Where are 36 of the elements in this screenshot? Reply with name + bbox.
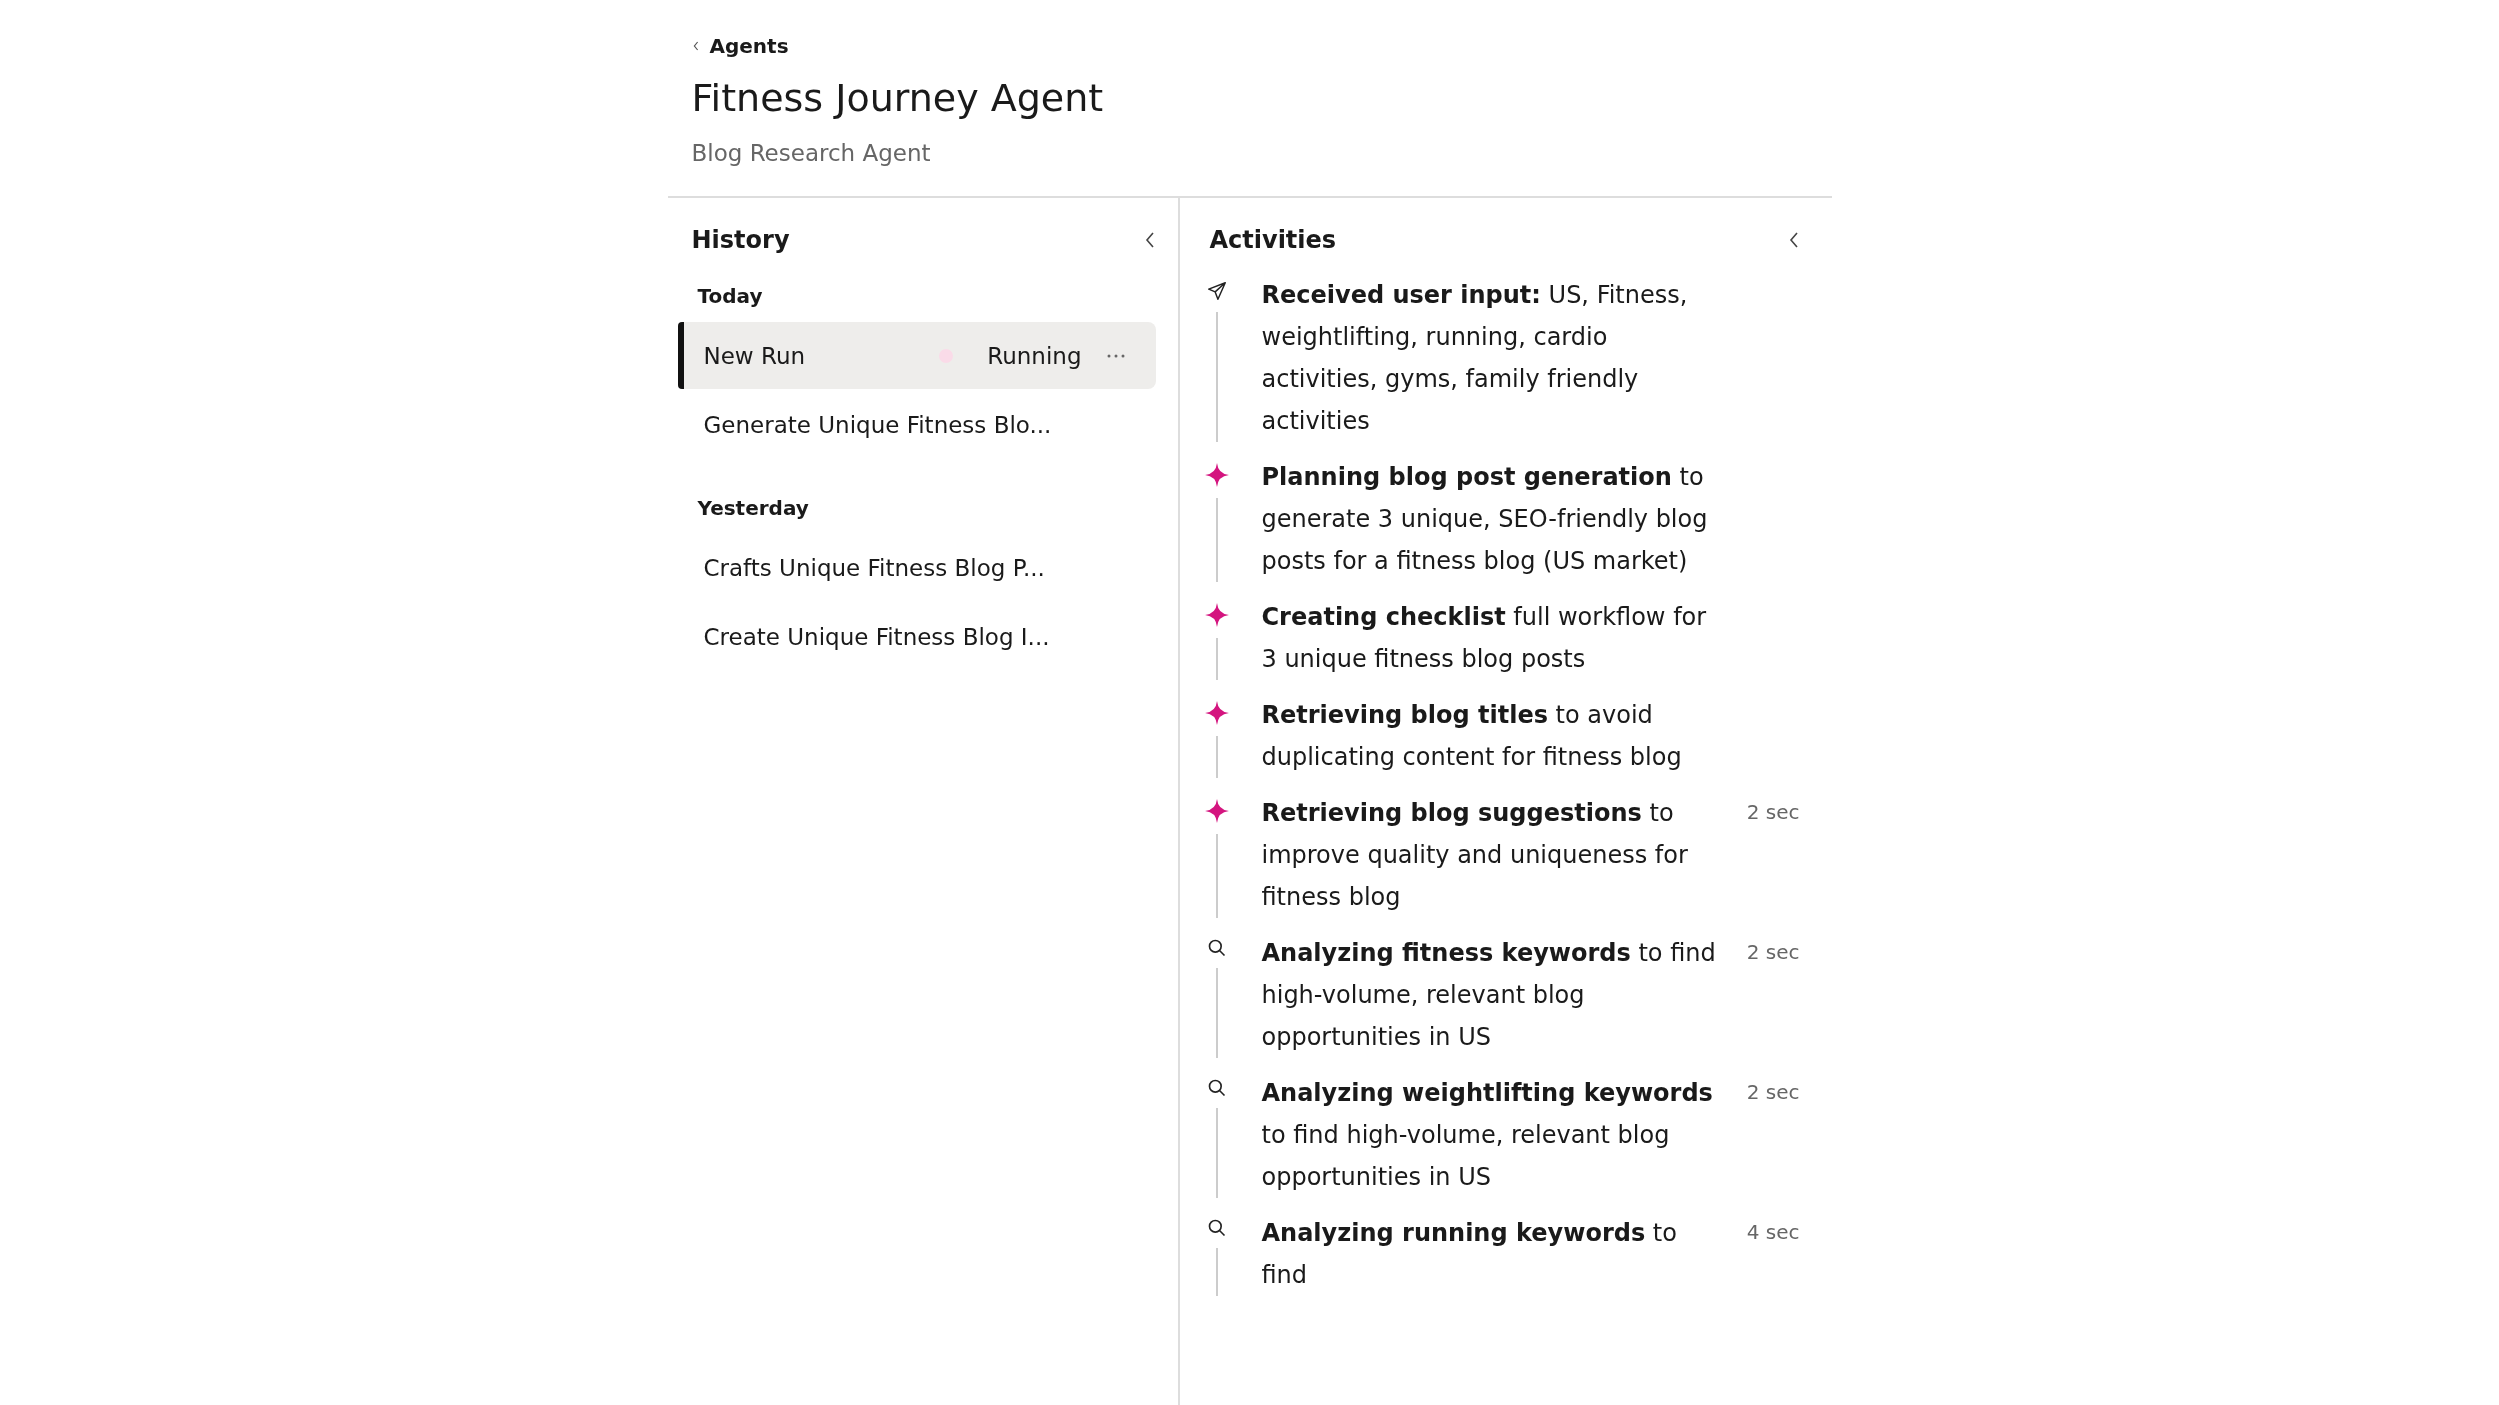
history-item[interactable]: New Run Running bbox=[677, 322, 1156, 389]
duration-label: 4 sec bbox=[1746, 1220, 1800, 1244]
activity-text: Received user input: US, Fitness, weightlifting, running, cardio activities, gyms, family friendly activities bbox=[1260, 280, 1689, 437]
history-item[interactable]: Create Unique Fitness Blog I... bbox=[677, 603, 1156, 670]
page-title: Fitness Journey Agent bbox=[691, 76, 1105, 120]
duration-label: 2 sec bbox=[1746, 800, 1800, 824]
page-subtitle: Blog Research Agent bbox=[691, 140, 932, 166]
activity-text: Retrieving blog titles to avoid duplicating content for fitness blog bbox=[1260, 700, 1683, 773]
send-icon bbox=[1205, 280, 1228, 302]
group-heading: Today bbox=[696, 283, 764, 310]
panel-title: History bbox=[691, 226, 790, 254]
activity-text: Analyzing running keywords to find bbox=[1260, 1218, 1678, 1291]
activity-text: Creating checklist full workflow for 3 unique fitness blog posts bbox=[1260, 602, 1708, 675]
activity-text: Analyzing fitness keywords to find high-volume, relevant blog opportunities in US bbox=[1260, 938, 1717, 1053]
run-title: Generate Unique Fitness Blo... bbox=[703, 411, 1053, 438]
search-icon bbox=[1206, 1078, 1227, 1098]
run-title: New Run bbox=[703, 342, 807, 369]
duration-label: 2 sec bbox=[1746, 1080, 1800, 1104]
collapse-icon[interactable] bbox=[1143, 231, 1156, 249]
activity-text: Analyzing weightlifting keywords to find high-volume, relevant blog opportunities in US bbox=[1260, 1078, 1714, 1193]
panel-title: Activities bbox=[1209, 226, 1337, 254]
chevron-left-icon bbox=[691, 40, 700, 52]
search-icon bbox=[1206, 938, 1227, 958]
status-label: Running bbox=[987, 342, 1082, 369]
more-icon[interactable] bbox=[1105, 352, 1126, 359]
search-icon bbox=[1206, 1218, 1227, 1238]
group-heading: Yesterday bbox=[696, 495, 810, 522]
history-item[interactable]: Generate Unique Fitness Blo... bbox=[677, 391, 1156, 458]
activity-text: Planning blog post generation to generate 3 unique, SEO-friendly blog posts for a fitness blog (US market) bbox=[1260, 462, 1709, 577]
duration-label: 2 sec bbox=[1746, 940, 1800, 964]
activity-text: Retrieving blog suggestions to improve quality and uniqueness for fitness blog bbox=[1260, 798, 1689, 913]
collapse-icon[interactable] bbox=[1787, 231, 1800, 249]
history-item[interactable]: Crafts Unique Fitness Blog P... bbox=[677, 534, 1156, 601]
run-title: Create Unique Fitness Blog I... bbox=[703, 623, 1051, 650]
back-link[interactable]: Agents bbox=[691, 34, 789, 58]
run-title: Crafts Unique Fitness Blog P... bbox=[703, 554, 1046, 581]
